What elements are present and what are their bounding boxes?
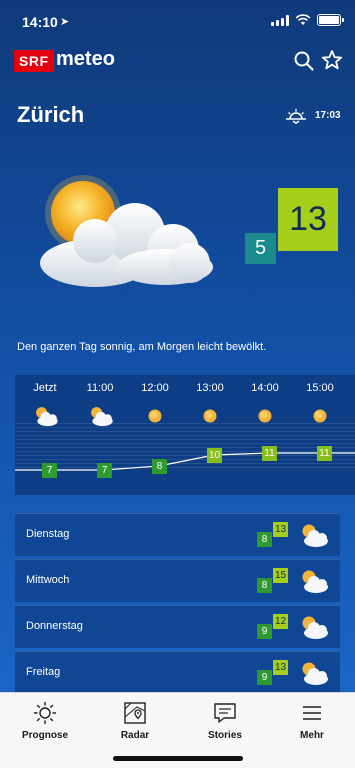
- daily-forecast: Dienstag 8 13 Mittwoch 8 15 Donnerstag 9 12 Freit…: [15, 513, 340, 697]
- sun-icon: [194, 405, 226, 427]
- day-temp-max: 12: [273, 614, 288, 629]
- wifi-icon: [295, 14, 311, 25]
- sun-cloud-icon: [296, 568, 330, 594]
- hour-temp: 8: [152, 459, 167, 474]
- hour-temp: 7: [97, 463, 112, 478]
- sun-icon: [139, 405, 171, 427]
- tab-radar[interactable]: Radar: [100, 701, 170, 741]
- hour-temp: 7: [42, 463, 57, 478]
- sun-cloud-icon: [29, 405, 61, 427]
- menu-icon: [303, 706, 321, 720]
- sun-cloud-icon: [40, 175, 213, 287]
- cellular-signal-icon: [271, 14, 289, 26]
- chat-bubble-icon: [214, 703, 236, 723]
- day-name: Donnerstag: [26, 620, 83, 632]
- day-name: Freitag: [26, 666, 61, 678]
- day-temp-min: 9: [257, 670, 272, 685]
- day-temp-min: 8: [257, 578, 272, 593]
- sun-cloud-icon: [296, 522, 330, 548]
- tab-stories[interactable]: Stories: [190, 701, 260, 741]
- search-icon[interactable]: [293, 50, 315, 72]
- app-name: meteo: [56, 48, 115, 70]
- temp-trend-line: [15, 452, 355, 471]
- location-arrow-icon: ➤: [60, 16, 70, 28]
- tab-label: Prognose: [21, 730, 69, 741]
- sun-outline-icon: [33, 701, 57, 725]
- hour-temp: 11: [317, 446, 332, 461]
- tab-label: Radar: [120, 730, 150, 741]
- day-row[interactable]: Dienstag 8 13: [15, 513, 340, 556]
- hour-label: 12:00: [141, 382, 169, 394]
- today-temp-min: 5: [245, 233, 276, 264]
- status-time: 14:10: [22, 14, 58, 30]
- hour-label: Jetzt: [33, 382, 57, 394]
- status-bar: 14:10 ➤: [0, 0, 355, 44]
- srf-logo: SRF: [14, 50, 54, 72]
- sun-icon: [304, 405, 336, 427]
- day-row[interactable]: Donnerstag 9 12: [15, 605, 340, 648]
- tab-mehr[interactable]: Mehr: [277, 701, 347, 741]
- day-row[interactable]: Freitag 9 13: [15, 651, 340, 694]
- tab-prognose[interactable]: Prognose: [10, 701, 80, 741]
- hour-temp: 10: [207, 448, 222, 463]
- today-temp-max: 13: [278, 188, 338, 251]
- hour-label: 15:00: [306, 382, 334, 394]
- sun-icon: [249, 405, 281, 427]
- status-indicators: [271, 14, 344, 26]
- battery-icon: [317, 14, 344, 26]
- tab-label: Stories: [208, 730, 242, 741]
- day-temp-min: 9: [257, 624, 272, 639]
- sun-cloud-icon: [84, 405, 116, 427]
- sun-cloud-icon: [296, 660, 330, 686]
- hourly-forecast[interactable]: Jetzt 7 11:00 7 12:00 8 13:00 10 14:00 11 15:00 11: [15, 375, 355, 495]
- favorite-star-icon[interactable]: [321, 49, 343, 71]
- home-indicator[interactable]: [113, 756, 243, 761]
- day-temp-max: 13: [273, 522, 288, 537]
- hour-label: 14:00: [251, 382, 279, 394]
- hour-temp: 11: [262, 446, 277, 461]
- city-name[interactable]: Zürich: [17, 102, 84, 128]
- day-name: Mittwoch: [26, 574, 70, 586]
- tab-label: Mehr: [300, 730, 324, 741]
- day-name: Dienstag: [26, 528, 70, 540]
- sun-cloud-icon: [296, 614, 330, 640]
- sunset-icon: [286, 109, 306, 124]
- day-temp-min: 8: [257, 532, 272, 547]
- day-row[interactable]: Mittwoch 8 15: [15, 559, 340, 602]
- hour-label: 11:00: [86, 382, 114, 394]
- map-pin-icon: [124, 702, 146, 724]
- app-header: SRF meteo: [0, 46, 355, 76]
- hour-label: 13:00: [196, 382, 224, 394]
- sunset-time: 17:03: [315, 110, 341, 121]
- day-temp-max: 15: [273, 568, 288, 583]
- weather-summary: Den ganzen Tag sonnig, am Morgen leicht …: [17, 341, 267, 353]
- day-temp-max: 13: [273, 660, 288, 675]
